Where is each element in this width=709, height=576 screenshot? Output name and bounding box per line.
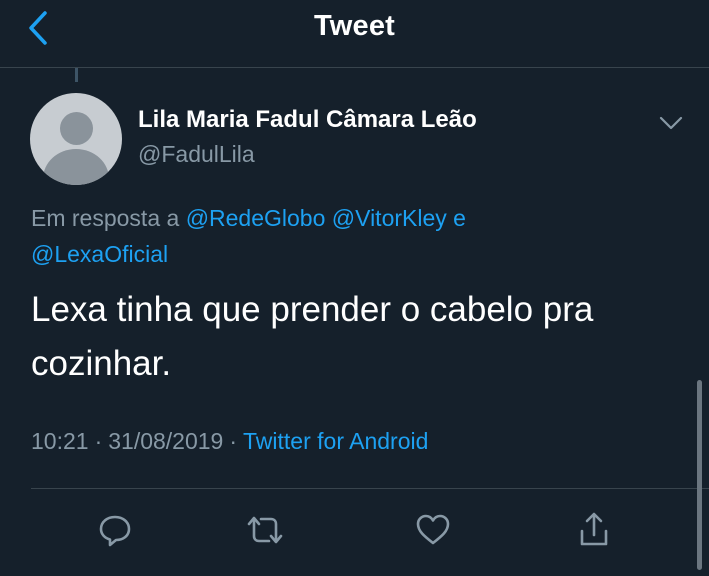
tweet-meta: 10:21 · 31/08/2019 · Twitter for Android	[31, 428, 428, 455]
avatar-body	[43, 149, 109, 185]
share-icon	[580, 512, 608, 546]
more-options-button[interactable]	[654, 108, 688, 138]
reply-context: Em resposta a @RedeGlobo @VitorKley e @L…	[31, 200, 591, 272]
avatar[interactable]	[30, 93, 122, 185]
heart-icon	[416, 514, 450, 545]
retweet-button[interactable]	[245, 510, 285, 550]
tweet-date: 31/08/2019	[108, 428, 224, 454]
scrollbar[interactable]	[697, 380, 702, 570]
reply-icon	[99, 515, 131, 547]
meta-separator: ·	[94, 428, 103, 454]
tweet-time: 10:21	[31, 428, 89, 454]
avatar-head	[60, 112, 93, 145]
reply-button[interactable]	[95, 510, 135, 550]
author-display-name[interactable]: Lila Maria Fadul Câmara Leão	[138, 106, 477, 134]
tweet-text: Lexa tinha que prender o cabelo pra cozi…	[31, 283, 671, 391]
reply-joiner[interactable]: e	[453, 205, 466, 231]
like-button[interactable]	[413, 510, 453, 550]
tweet-source-link[interactable]: Twitter for Android	[243, 428, 428, 454]
actions-divider	[31, 488, 709, 489]
retweet-icon	[247, 516, 283, 544]
tweet-screen: Tweet Lila Maria Fadul Câmara Leão @Fadu…	[0, 0, 709, 576]
author-handle[interactable]: @FadulLila	[138, 141, 255, 168]
mention-link[interactable]: @LexaOficial	[31, 241, 168, 267]
header-divider	[0, 67, 709, 68]
tweet-text-line: Lexa tinha que prender o cabelo pra	[31, 290, 594, 329]
tweet-text-line: cozinhar.	[31, 344, 172, 383]
reply-prefix: Em resposta a	[31, 205, 180, 231]
share-button[interactable]	[574, 510, 614, 550]
mention-link[interactable]: @VitorKley	[332, 205, 447, 231]
meta-separator: ·	[229, 428, 238, 454]
header: Tweet	[0, 0, 709, 68]
thread-connector	[75, 68, 78, 82]
mention-link[interactable]: @RedeGlobo	[186, 205, 326, 231]
page-title: Tweet	[313, 10, 396, 42]
chevron-down-icon	[659, 116, 683, 130]
